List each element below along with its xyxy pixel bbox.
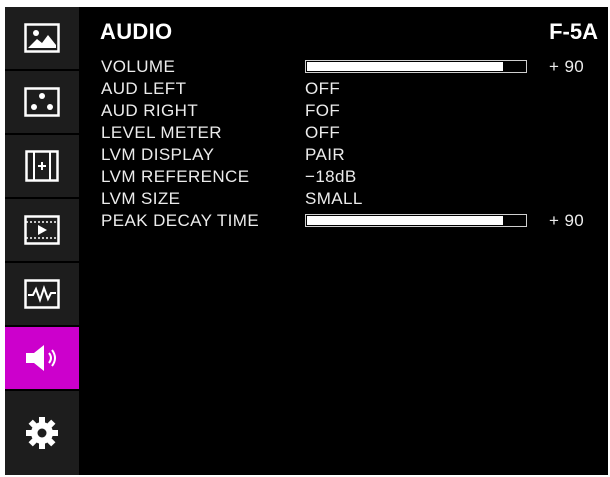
dots-icon <box>24 87 60 117</box>
volume-slider[interactable] <box>305 60 527 73</box>
tab-setup[interactable] <box>5 391 79 475</box>
setting-level-meter[interactable]: LEVEL METER OFF <box>79 123 608 144</box>
menu-sidebar <box>5 7 79 475</box>
setting-aud-left[interactable]: AUD LEFT OFF <box>79 79 608 100</box>
setting-label: AUD LEFT <box>101 79 187 98</box>
setting-label: LVM DISPLAY <box>101 145 215 164</box>
setting-value: + 90 <box>549 211 585 230</box>
setting-value: + 90 <box>549 57 585 76</box>
setting-value: OFF <box>305 123 341 142</box>
peak-decay-slider-fill <box>307 216 503 225</box>
setting-value: FOF <box>305 101 341 120</box>
setting-label: AUD RIGHT <box>101 101 199 120</box>
tab-audio[interactable] <box>5 327 79 391</box>
volume-slider-fill <box>307 62 503 71</box>
setting-label: VOLUME <box>101 57 176 76</box>
peak-decay-slider[interactable] <box>305 214 527 227</box>
page-title: AUDIO <box>100 19 173 44</box>
waveform-icon <box>24 279 60 309</box>
setting-label: LVM REFERENCE <box>101 167 250 186</box>
tab-marker[interactable] <box>5 135 79 199</box>
menu-content: AUDIO F-5A VOLUME + 90 AUD LEFT OFF AUD … <box>79 7 608 475</box>
setting-value: PAIR <box>305 145 346 164</box>
setting-label: PEAK DECAY TIME <box>101 211 260 230</box>
film-icon <box>24 215 60 245</box>
setting-lvm-display[interactable]: LVM DISPLAY PAIR <box>79 145 608 166</box>
osd-menu-screen: AUDIO F-5A VOLUME + 90 AUD LEFT OFF AUD … <box>5 7 608 475</box>
marker-icon <box>25 150 59 182</box>
setting-volume[interactable]: VOLUME + 90 <box>79 57 608 78</box>
tab-dots[interactable] <box>5 71 79 135</box>
setting-peak-decay-time[interactable]: PEAK DECAY TIME + 90 <box>79 211 608 232</box>
model-label: F-5A <box>549 19 598 44</box>
gear-icon <box>26 417 58 449</box>
tab-waveform[interactable] <box>5 263 79 327</box>
tab-film[interactable] <box>5 199 79 263</box>
setting-value: SMALL <box>305 189 363 208</box>
setting-label: LEVEL METER <box>101 123 222 142</box>
tab-picture[interactable] <box>5 7 79 71</box>
setting-aud-right[interactable]: AUD RIGHT FOF <box>79 101 608 122</box>
picture-icon <box>24 23 60 53</box>
setting-lvm-size[interactable]: LVM SIZE SMALL <box>79 189 608 210</box>
setting-value: −18dB <box>305 167 357 186</box>
setting-label: LVM SIZE <box>101 189 181 208</box>
setting-value: OFF <box>305 79 341 98</box>
setting-lvm-reference[interactable]: LVM REFERENCE −18dB <box>79 167 608 188</box>
speaker-icon <box>26 345 56 371</box>
